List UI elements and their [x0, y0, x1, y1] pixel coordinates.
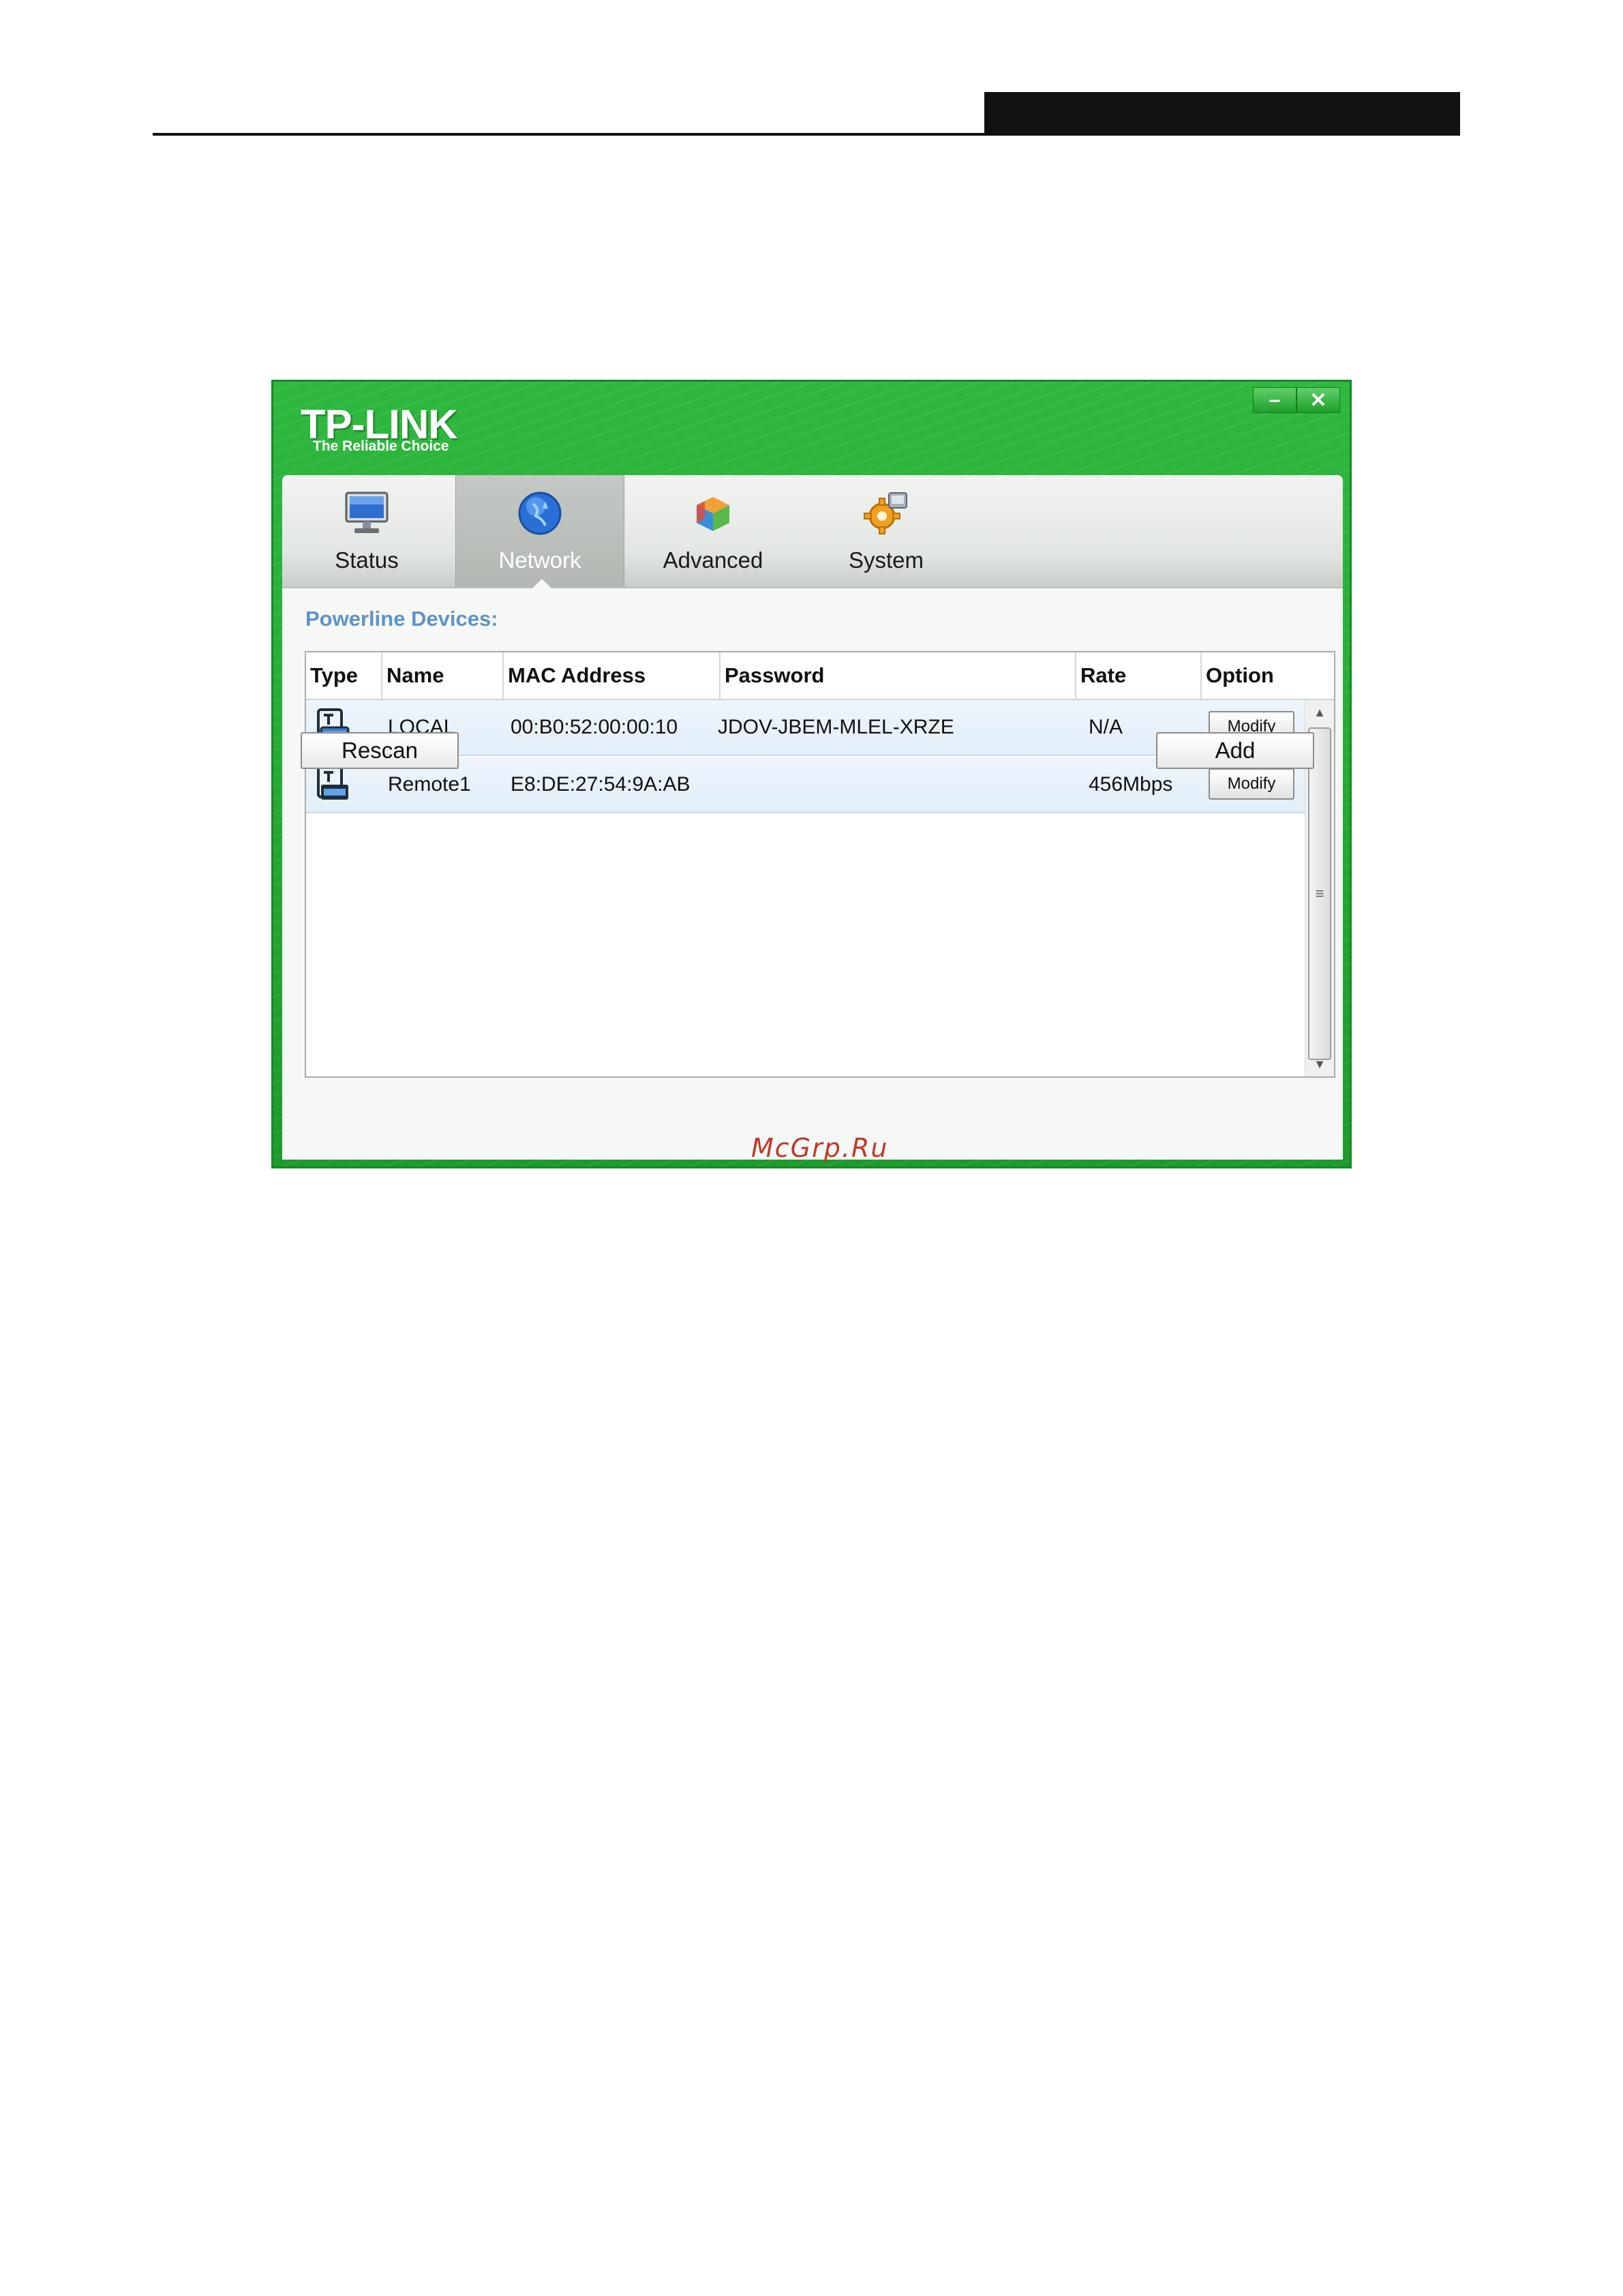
scroll-up-arrow-icon[interactable]: ▲: [1305, 700, 1334, 725]
column-name: Name: [382, 652, 504, 699]
close-button[interactable]: ✕: [1296, 387, 1340, 413]
tab-network[interactable]: Network: [455, 475, 624, 588]
cube-icon: [687, 487, 739, 539]
modify-button[interactable]: Modify: [1209, 768, 1294, 800]
device-password: JDOV-JBEM-MLEL-XRZE: [718, 716, 954, 738]
gear-icon: [860, 487, 912, 539]
brand-tagline: The Reliable Choice: [313, 438, 449, 454]
tab-network-label: Network: [498, 547, 581, 573]
scroll-thumb[interactable]: ≡: [1308, 727, 1331, 1060]
tab-system-label: System: [848, 547, 924, 573]
monitor-icon: [341, 487, 393, 539]
watermark: McGrp.Ru: [751, 1133, 889, 1163]
column-password: Password: [721, 652, 1076, 699]
device-mac: E8:DE:27:54:9A:AB: [511, 773, 691, 796]
tab-status[interactable]: Status: [282, 475, 451, 587]
devices-table: Type Name MAC Address Password Rate Opti…: [305, 651, 1335, 1078]
tab-system[interactable]: System: [802, 475, 971, 587]
table-header: Type Name MAC Address Password Rate Opti…: [306, 652, 1334, 700]
device-mac: 00:B0:52:00:00:10: [511, 716, 678, 738]
window-controls: – ✕: [1253, 387, 1340, 413]
scroll-grip-icon: ≡: [1315, 885, 1324, 902]
rescan-button[interactable]: Rescan: [301, 732, 459, 769]
main-panel: Status Network Advanced System Powerline…: [282, 475, 1343, 1160]
tab-advanced[interactable]: Advanced: [628, 475, 798, 587]
app-window: TP-LINK The Reliable Choice – ✕ Status N…: [271, 380, 1352, 1168]
globe-icon: [514, 487, 566, 539]
tab-advanced-label: Advanced: [663, 547, 763, 573]
scroll-down-arrow-icon[interactable]: ▼: [1305, 1052, 1334, 1076]
column-mac: MAC Address: [504, 652, 721, 699]
column-type: Type: [306, 652, 382, 699]
tab-status-label: Status: [335, 547, 399, 573]
tab-bar: Status Network Advanced System: [282, 475, 1343, 588]
column-option: Option: [1206, 663, 1274, 687]
column-rate: Rate: [1076, 652, 1202, 699]
page-header-rule: [153, 133, 1460, 136]
device-rate: N/A: [1089, 716, 1123, 738]
minimize-button[interactable]: –: [1253, 387, 1296, 413]
section-title: Powerline Devices:: [305, 607, 498, 631]
add-button[interactable]: Add: [1156, 732, 1314, 769]
page-header-block: [984, 92, 1460, 136]
